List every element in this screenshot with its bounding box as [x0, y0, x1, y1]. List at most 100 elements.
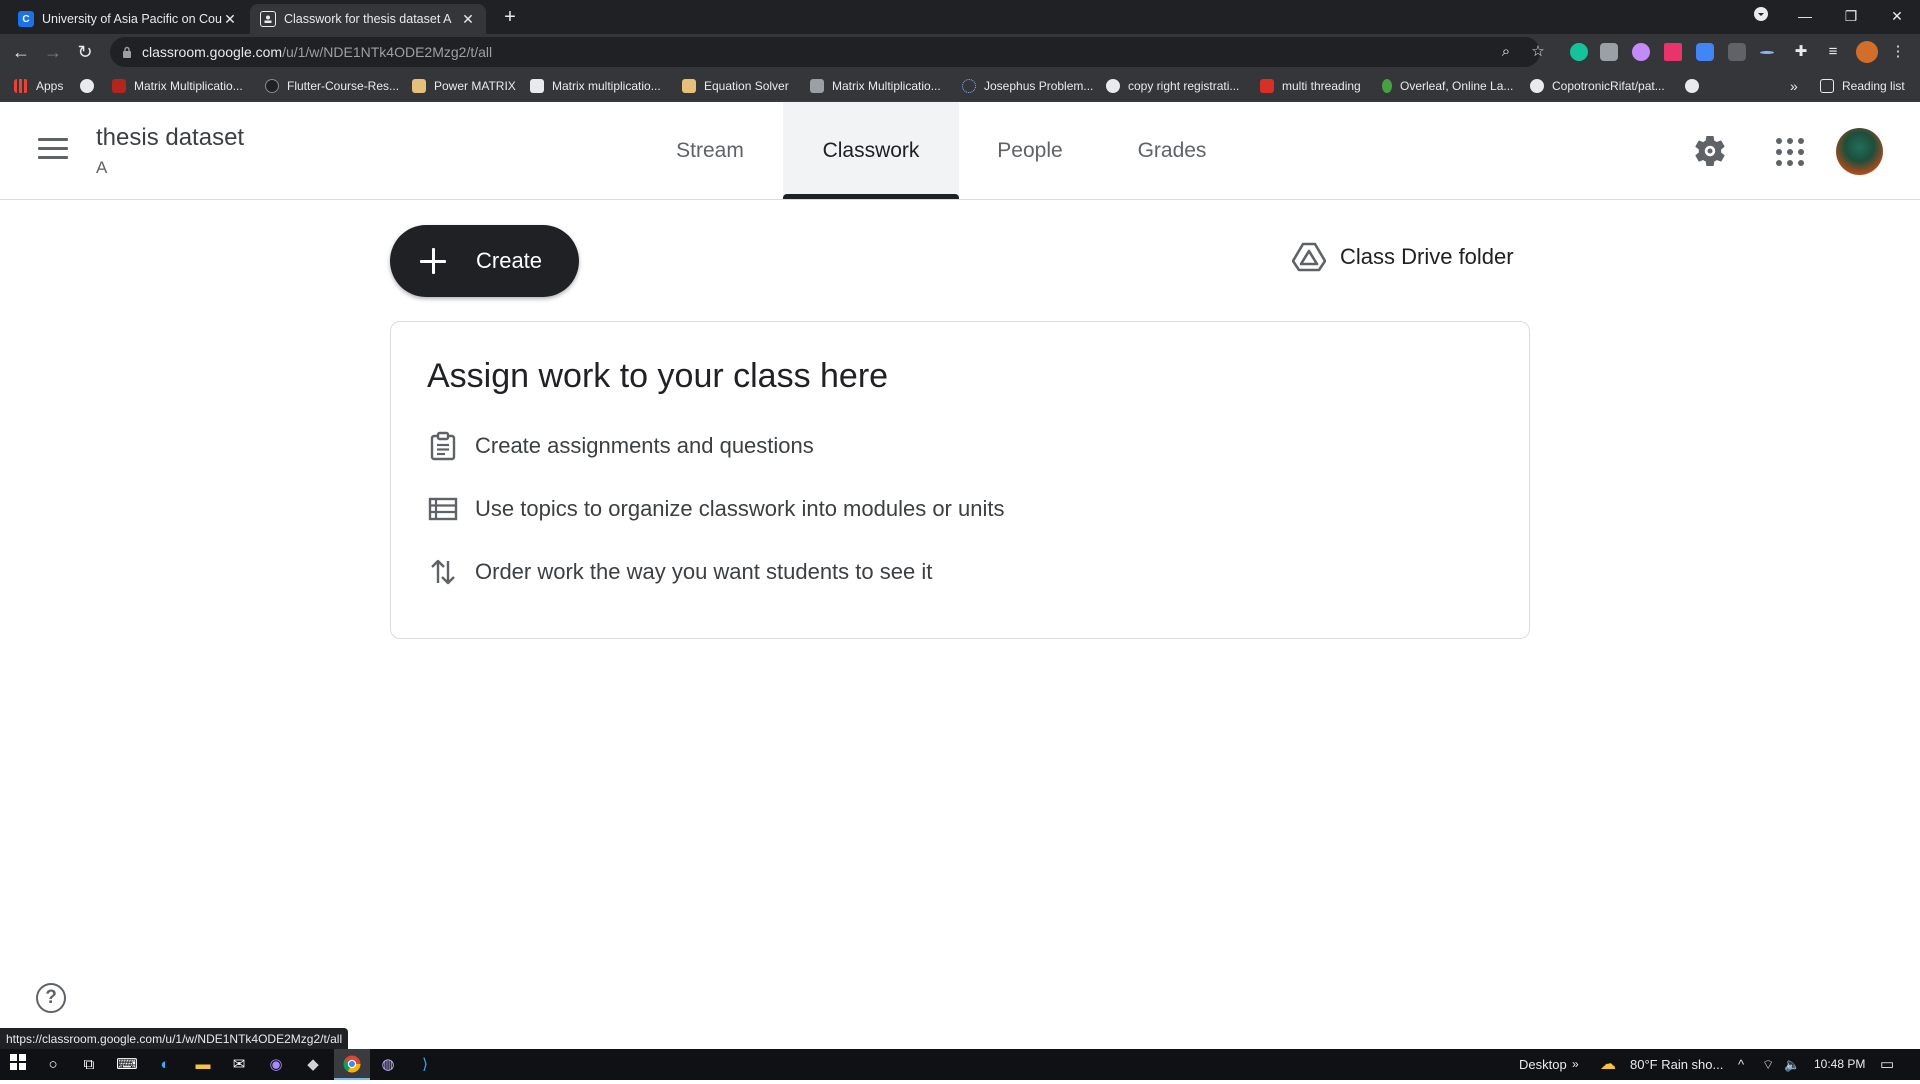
github-icon — [265, 79, 279, 93]
tab-grades[interactable]: Grades — [1122, 102, 1222, 199]
site-favicon-icon — [530, 79, 544, 93]
profile-avatar-icon[interactable] — [1856, 41, 1878, 63]
profile-dropdown-icon[interactable] — [1738, 0, 1784, 34]
bookmark-item[interactable]: Josephus Problem... — [962, 77, 1093, 95]
class-section: A — [96, 158, 108, 177]
extension-icon[interactable] — [1728, 43, 1746, 61]
url-host: classroom.google.com — [142, 44, 283, 60]
close-tab-icon[interactable]: ✕ — [460, 11, 476, 28]
tab-title: University of Asia Pacific on Cour — [42, 12, 222, 26]
messenger-icon[interactable]: ◉ — [265, 1054, 287, 1076]
class-drive-folder-link[interactable]: Class Drive folder — [1292, 240, 1514, 274]
bookmark-item[interactable]: Equation Solver — [682, 77, 789, 95]
close-window-icon[interactable]: ✕ — [1874, 0, 1920, 34]
bookmark-item[interactable]: Matrix Multiplicatio... — [810, 77, 941, 95]
globe-icon — [1106, 79, 1120, 93]
main-menu-icon[interactable] — [38, 138, 68, 162]
restore-icon[interactable]: ❐ — [1828, 0, 1874, 34]
wifi-icon[interactable]: ⌔ — [1762, 1049, 1774, 1080]
grammarly-extension-icon[interactable] — [1570, 43, 1588, 61]
site-favicon-icon — [810, 79, 824, 93]
forward-icon[interactable]: → — [41, 40, 65, 64]
reading-list-icon — [1820, 79, 1834, 93]
google-drive-icon — [1292, 242, 1326, 272]
tray-chevron-icon[interactable]: ^ — [1738, 1049, 1744, 1080]
extensions-puzzle-icon[interactable]: ✚ — [1791, 42, 1811, 62]
bookmark-item[interactable]: Power MATRIX — [412, 77, 516, 95]
mail-icon[interactable]: ✉ — [228, 1054, 250, 1076]
tab-title: Classwork for thesis dataset A — [284, 12, 452, 26]
screenshot-extension-icon[interactable] — [1600, 43, 1618, 61]
bookmark-item[interactable]: multi threading — [1260, 77, 1361, 95]
download-extension-icon[interactable] — [1696, 43, 1714, 61]
search-circle-icon[interactable]: ○ — [42, 1054, 64, 1076]
browser-tab-classwork[interactable]: Classwork for thesis dataset A ✕ — [250, 4, 486, 34]
tab-classwork[interactable]: Classwork — [783, 102, 959, 199]
media-controls-icon[interactable]: ≡ — [1823, 42, 1843, 62]
tip-text: Create assignments and questions — [475, 433, 814, 458]
card-title: Assign work to your class here — [427, 357, 889, 395]
desktop-toolbar-label[interactable]: Desktop — [1519, 1049, 1567, 1080]
back-icon[interactable]: ← — [9, 40, 33, 64]
extension-icon[interactable] — [1632, 43, 1650, 61]
settings-gear-icon[interactable] — [1692, 133, 1728, 169]
reload-icon[interactable]: ↻ — [73, 40, 97, 64]
windows-start-icon[interactable] — [7, 1054, 29, 1076]
browser-tab-university[interactable]: C University of Asia Pacific on Cour ✕ — [8, 4, 248, 34]
url-path: /u/1/w/NDE1NTk4ODE2Mzg2/t/all — [282, 44, 493, 60]
loading-icon — [962, 79, 976, 93]
discord-icon[interactable]: ◍ — [377, 1054, 399, 1076]
bookmark-item[interactable]: Flutter-Course-Res... — [265, 77, 399, 95]
weather-icon: ☁ — [1600, 1056, 1616, 1073]
classroom-header: thesis dataset A Stream Classwork People… — [0, 102, 1920, 200]
clock[interactable]: 10:48 PM — [1814, 1049, 1865, 1080]
close-tab-icon[interactable]: ✕ — [222, 11, 238, 28]
address-bar[interactable]: classroom.google.com /u/1/w/NDE1NTk4ODE2… — [110, 37, 1540, 67]
globe-icon — [1685, 79, 1699, 93]
bookmark-item[interactable]: CopotronicRifat/pat... — [1530, 77, 1665, 95]
assignment-icon — [430, 431, 456, 461]
file-explorer-icon[interactable]: ▬ — [192, 1054, 214, 1076]
toolbar-overflow[interactable]: » — [1572, 1049, 1579, 1080]
flag-extension-icon[interactable] — [1664, 43, 1682, 61]
apps-grid-icon — [14, 79, 28, 93]
account-avatar[interactable] — [1836, 128, 1883, 175]
bookmarks-overflow-button[interactable]: » — [1790, 77, 1798, 95]
zoom-icon[interactable]: ⌕ — [1496, 42, 1516, 62]
bookmark-item[interactable]: copy right registrati... — [1106, 77, 1239, 95]
bookmark-item[interactable]: Matrix multiplicatio... — [530, 77, 661, 95]
new-tab-button[interactable]: + — [498, 6, 522, 30]
volume-icon[interactable]: 🔈 — [1784, 1049, 1800, 1080]
minimize-icon[interactable]: — — [1782, 0, 1828, 34]
google-apps-icon[interactable] — [1774, 136, 1804, 166]
github-icon — [1530, 79, 1544, 93]
topic-list-icon — [428, 497, 458, 521]
status-bar-url: https://classroom.google.com/u/1/w/NDE1N… — [0, 1028, 349, 1050]
bookmark-item[interactable] — [80, 77, 102, 95]
tab-people[interactable]: People — [980, 102, 1080, 199]
pen-extension-icon[interactable] — [1760, 51, 1774, 54]
menu-kebab-icon[interactable]: ⋮ — [1888, 42, 1908, 62]
reorder-icon — [431, 559, 455, 585]
weather-text[interactable]: 80°F Rain sho... — [1630, 1049, 1723, 1080]
bookmark-item[interactable]: Overleaf, Online La... — [1382, 77, 1513, 95]
bookmark-apps[interactable]: Apps — [14, 77, 63, 95]
browser-tab-bar: C University of Asia Pacific on Cour ✕ C… — [0, 0, 1920, 34]
tab-stream[interactable]: Stream — [660, 102, 760, 199]
app-icon[interactable]: ◆ — [302, 1054, 324, 1076]
edge-browser-icon[interactable]: ◐ — [154, 1054, 176, 1076]
bookmark-star-icon[interactable]: ☆ — [1528, 42, 1548, 62]
help-icon[interactable]: ? — [36, 983, 66, 1013]
chrome-taskbar-icon[interactable] — [334, 1049, 370, 1080]
reading-list-button[interactable]: Reading list — [1820, 77, 1905, 95]
bookmark-item[interactable]: Matrix Multiplicatio... — [112, 77, 243, 95]
notifications-icon[interactable]: ▭ — [1880, 1049, 1894, 1080]
task-view-icon[interactable]: ⧉ — [78, 1054, 100, 1076]
tip-text: Use topics to organize classwork into mo… — [475, 496, 1005, 521]
bookmark-item[interactable] — [1685, 77, 1707, 95]
keyboard-app-icon[interactable]: ⌨ — [116, 1054, 138, 1076]
create-button[interactable]: Create — [390, 225, 579, 297]
vscode-icon[interactable]: ⟩ — [414, 1054, 436, 1076]
class-name[interactable]: thesis dataset — [96, 124, 244, 152]
site-favicon-icon — [112, 79, 126, 93]
